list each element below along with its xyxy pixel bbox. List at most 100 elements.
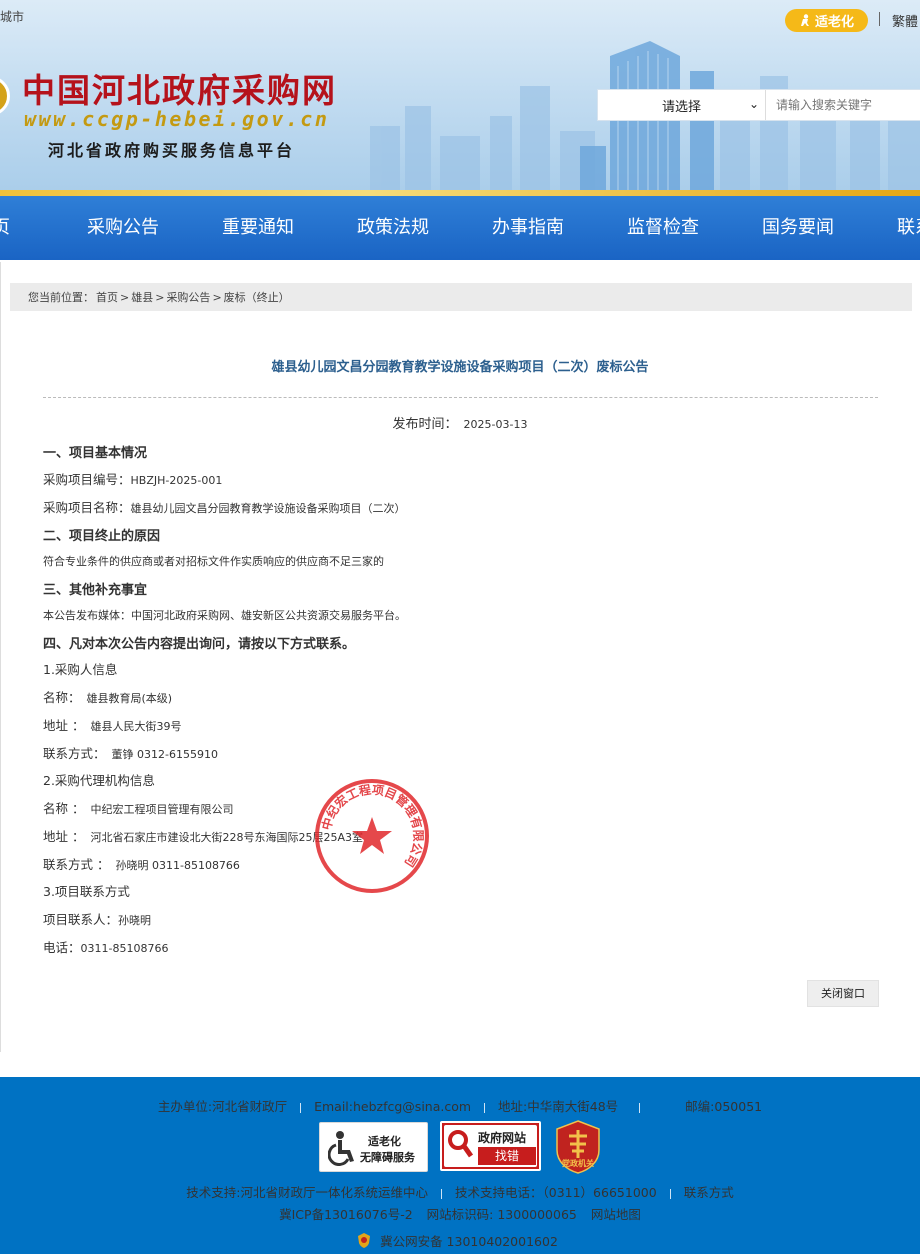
- agency-name-label: 名称 ：: [43, 801, 85, 816]
- project-name-label: 采购项目名称：: [43, 500, 131, 515]
- city-link[interactable]: 城市: [0, 8, 24, 25]
- search-input[interactable]: [766, 90, 920, 120]
- breadcrumb-separator: >: [155, 290, 165, 304]
- footer-tech-support: 技术支持:河北省财政厅一体化系统运维中心: [186, 1185, 428, 1200]
- project-person-label: 项目联系人：: [43, 912, 119, 927]
- purchaser-name-label: 名称：: [43, 690, 81, 705]
- footer-icp-row: 冀ICP备13016076号-2 网站标识码: 1300000065 网站地图: [0, 1204, 920, 1223]
- nav-procurement-notices[interactable]: 采购公告: [87, 196, 159, 260]
- search-bar: 请选择 ⌄: [597, 89, 920, 121]
- section-heading: 四、凡对本次公告内容提出询问，请按以下方式联系。: [43, 637, 356, 652]
- close-window-button[interactable]: 关闭窗口: [807, 980, 879, 1007]
- site-url: www.ccgp-hebei.gov.cn: [24, 107, 330, 131]
- publish-time: 发布时间： 2025-03-13: [0, 413, 920, 432]
- accessibility-badge[interactable]: 适老化 无障碍服务: [319, 1122, 428, 1172]
- publish-date: 2025-03-13: [463, 418, 528, 431]
- article-title: 雄县幼儿园文昌分园教育教学设施设备采购项目（二次）废标公告: [271, 360, 649, 375]
- section-heading: 一、项目基本情况: [43, 446, 148, 461]
- project-number-line: 采购项目编号：HBZJH-2025-001: [43, 469, 222, 488]
- traditional-chinese-link[interactable]: 繁體: [892, 11, 918, 30]
- elder-mode-label: 适老化: [814, 15, 854, 30]
- star-icon: [352, 817, 392, 854]
- search-category-select[interactable]: 请选择 ⌄: [598, 90, 766, 120]
- elder-mode-button[interactable]: 适老化: [785, 9, 868, 32]
- site-header: 城市 适老化 繁體 中国河北政府采购网 www.ccgp-hebei.gov.c…: [0, 0, 920, 196]
- breadcrumb-separator: >: [120, 290, 130, 304]
- purchaser-address-line: 地址 ： 雄县人民大街39号: [43, 715, 181, 734]
- purchaser-address-value: 雄县人民大街39号: [90, 720, 182, 733]
- agency-contact-label: 联系方式 ：: [43, 857, 110, 872]
- footer-organizer: 主办单位:河北省财政厅: [157, 1099, 288, 1114]
- breadcrumb-prefix: 您当前位置：: [28, 291, 94, 304]
- section-heading: 三、其他补充事宜: [43, 583, 148, 598]
- breadcrumb-county[interactable]: 雄县: [131, 289, 153, 305]
- purchaser-contact-value: 董铮 0312-6155910: [111, 748, 218, 761]
- footer-icp-link[interactable]: 冀ICP备13016076号-2: [279, 1207, 413, 1222]
- gov-badge-title: 政府网站: [478, 1131, 527, 1145]
- breadcrumb-notices[interactable]: 采购公告: [166, 289, 210, 305]
- party-badge-label: 党政机关: [562, 1159, 594, 1168]
- section-heading: 二、项目终止的原因: [43, 529, 161, 544]
- official-seal: 中纪宏工程项目管理有限公司: [315, 779, 429, 893]
- gov-badge-subtitle: 找错: [478, 1147, 536, 1165]
- footer-email[interactable]: Email:hebzfcg@sina.com: [314, 1099, 471, 1114]
- title-divider: [43, 397, 878, 398]
- agency-heading: 2.采购代理机构信息: [43, 773, 155, 788]
- magnifier-icon: [448, 1130, 473, 1158]
- party-gov-agency-badge[interactable]: 党政机关: [554, 1120, 602, 1174]
- purchaser-name-value: 雄县教育局(本级): [86, 692, 173, 705]
- site-subtitle: 河北省政府购买服务信息平台: [48, 141, 296, 160]
- police-badge-icon: [358, 1233, 371, 1248]
- media-notice: 本公告发布媒体：中国河北政府采购网、雄安新区公共资源交易服务平台。: [43, 609, 406, 622]
- agency-address-label: 地址 ：: [43, 829, 85, 844]
- project-person-value: 孙晓明: [118, 914, 152, 927]
- project-number-label: 采购项目编号：: [43, 472, 131, 487]
- accessibility-badge-title: 适老化: [368, 1135, 401, 1148]
- purchaser-heading: 1.采购人信息: [43, 662, 118, 677]
- header-divider: [879, 12, 880, 26]
- footer-contact-link[interactable]: 联系方式: [684, 1185, 734, 1200]
- wheelchair-icon: [328, 1131, 354, 1166]
- footer-info-row: 主办单位:河北省财政厅 Email:hebzfcg@sina.com 地址:中华南大…: [0, 1096, 920, 1115]
- nav-home[interactable]: 页: [0, 196, 10, 260]
- project-phone-label: 电话：: [43, 940, 81, 955]
- purchaser-contact-label: 联系方式：: [43, 746, 106, 761]
- search-category-value: 请选择: [661, 99, 701, 115]
- breadcrumb-separator: >: [212, 290, 222, 304]
- breadcrumb-current[interactable]: 废标（终止）: [224, 289, 290, 305]
- content-border: [0, 262, 1, 1052]
- site-title[interactable]: 中国河北政府采购网: [22, 64, 337, 112]
- nav-contact[interactable]: 联系: [897, 196, 920, 260]
- purchaser-contact-line: 联系方式： 董铮 0312-6155910: [43, 743, 218, 762]
- chevron-down-icon: ⌄: [748, 97, 759, 111]
- accessibility-badge-subtitle: 无障碍服务: [360, 1151, 415, 1164]
- footer-police-record[interactable]: 冀公网安备 13010402001602: [380, 1234, 558, 1249]
- agency-name-line: 名称 ： 中纪宏工程项目管理有限公司: [43, 798, 233, 817]
- footer-sitemap-link[interactable]: 网站地图: [591, 1207, 641, 1222]
- agency-name-value: 中纪宏工程项目管理有限公司: [90, 803, 234, 816]
- termination-reason: 符合专业条件的供应商或者对招标文件作实质响应的供应商不足三家的: [43, 555, 384, 568]
- elder-person-icon: [800, 14, 809, 26]
- nav-policies[interactable]: 政策法规: [357, 196, 429, 260]
- footer-police-row: 冀公网安备 13010402001602: [0, 1231, 920, 1250]
- project-person-line: 项目联系人：孙晓明: [43, 909, 151, 928]
- agency-contact-value: 孙晓明 0311-85108766: [115, 859, 240, 872]
- project-phone-line: 电话：0311-85108766: [43, 937, 168, 956]
- main-nav: 页 采购公告 重要通知 政策法规 办事指南 监督检查 国务要闻 联系: [0, 196, 920, 260]
- gov-website-error-report-badge[interactable]: 政府网站 找错: [440, 1121, 541, 1171]
- footer-support-row: 技术支持:河北省财政厅一体化系统运维中心 技术支持电话：（0311）6665100…: [0, 1182, 920, 1201]
- project-phone-value: 0311-85108766: [80, 942, 169, 955]
- publish-label: 发布时间：: [392, 417, 458, 432]
- nav-important-notices[interactable]: 重要通知: [222, 196, 294, 260]
- nav-state-news[interactable]: 国务要闻: [762, 196, 834, 260]
- site-emblem: [0, 76, 10, 116]
- project-number-value: HBZJH-2025-001: [130, 474, 223, 487]
- project-name-value: 雄县幼儿园文昌分园教育教学设施设备采购项目（二次）: [130, 502, 406, 515]
- purchaser-name-line: 名称： 雄县教育局(本级): [43, 687, 172, 706]
- breadcrumb-home[interactable]: 首页: [96, 289, 118, 305]
- nav-guide[interactable]: 办事指南: [492, 196, 564, 260]
- breadcrumb: 您当前位置： 首页 > 雄县 > 采购公告 > 废标（终止）: [10, 283, 912, 311]
- footer-site-code: 网站标识码: 1300000065: [426, 1207, 577, 1222]
- nav-supervision[interactable]: 监督检查: [627, 196, 699, 260]
- project-name-line: 采购项目名称：雄县幼儿园文昌分园教育教学设施设备采购项目（二次）: [43, 497, 406, 516]
